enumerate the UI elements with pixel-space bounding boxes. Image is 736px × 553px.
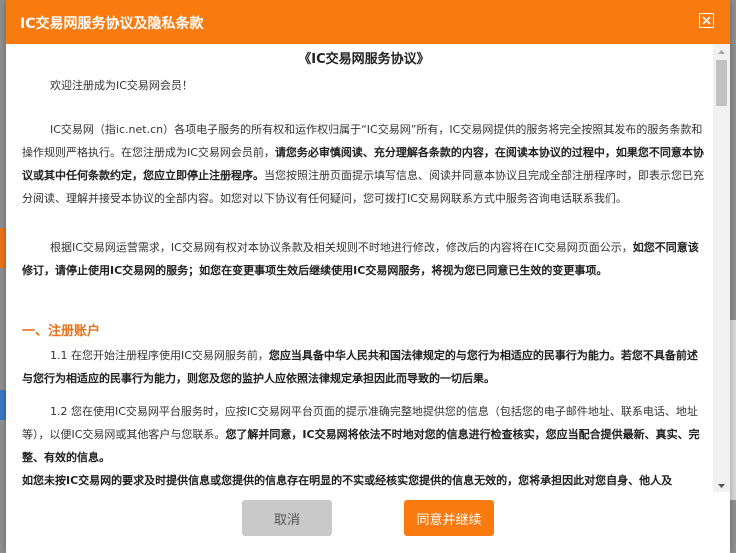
scrollbar-thumb[interactable]	[716, 60, 727, 106]
background-page-fragment	[730, 320, 736, 500]
paragraph-modification: 根据IC交易网运营需求，IC交易网有权对本协议条款及相关规则不时地进行修改，修改…	[22, 236, 706, 282]
document-title: 《IC交易网服务协议》	[298, 52, 430, 67]
close-icon	[702, 16, 711, 25]
close-button[interactable]	[699, 13, 714, 28]
paragraph-intro: IC交易网（指ic.net.cn）各项电子服务的所有权和运作权归属于“IC交易网…	[22, 118, 706, 210]
clause-1-2: 1.2 您在使用IC交易网平台服务时，应按IC交易网平台页面的提示准确完整地提供…	[22, 400, 706, 469]
cancel-button[interactable]: 取消	[242, 500, 332, 536]
section-title-register-account: 一、注册账户	[22, 324, 101, 339]
greeting-text: 欢迎注册成为IC交易网会员！	[50, 79, 193, 92]
dialog-footer: 取消 同意并继续	[6, 492, 730, 553]
clause-1-2-text-c: 如您未按IC交易网的要求及时提供信息或您提供的信息存在明显的不实或经核实您提供的…	[22, 474, 673, 487]
agreement-dialog: IC交易网服务协议及隐私条款 《IC交易网服务协议》 欢迎注册成为IC交易网会员…	[6, 0, 730, 553]
vertical-scrollbar[interactable]	[713, 44, 730, 492]
clause-1-1-text-a: 1.1 在您开始注册程序使用IC交易网服务前，	[50, 349, 269, 362]
modification-text-a: 根据IC交易网运营需求，IC交易网有权对本协议条款及相关规则不时地进行修改，修改…	[50, 241, 633, 254]
scroll-up-arrow[interactable]	[713, 44, 730, 58]
dialog-title: IC交易网服务协议及隐私条款	[20, 16, 204, 32]
agree-continue-button[interactable]: 同意并继续	[404, 500, 494, 536]
clause-1-2-continued: 如您未按IC交易网的要求及时提供信息或您提供的信息存在明显的不实或经核实您提供的…	[22, 469, 706, 492]
clause-1-1: 1.1 在您开始注册程序使用IC交易网服务前，您应当具备中华人民共和国法律规定的…	[22, 344, 706, 390]
dialog-header: IC交易网服务协议及隐私条款	[6, 0, 730, 44]
agreement-scroll-area[interactable]: 《IC交易网服务协议》 欢迎注册成为IC交易网会员！ IC交易网（指ic.net…	[6, 44, 730, 492]
chevron-up-icon	[718, 50, 725, 54]
chevron-down-icon	[718, 484, 725, 488]
scroll-down-arrow[interactable]	[713, 478, 730, 492]
